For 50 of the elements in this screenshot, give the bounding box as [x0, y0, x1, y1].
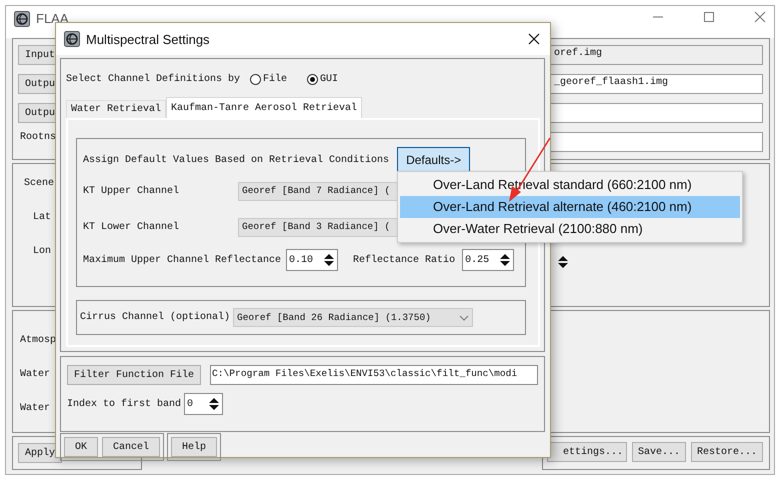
- spin-field[interactable]: 0.25: [462, 249, 514, 271]
- spin-field[interactable]: 0: [184, 393, 224, 415]
- cut-button[interactable]: Restore...: [690, 442, 763, 462]
- filter-function-button[interactable]: Filter Function File: [67, 365, 202, 385]
- text-field[interactable]: oref.img: [549, 45, 763, 65]
- spin-arrows-icon[interactable]: [324, 254, 334, 266]
- tab[interactable]: Water Retrieval: [66, 100, 166, 118]
- maximize-icon[interactable]: [703, 11, 715, 23]
- globe-icon: [14, 11, 30, 27]
- close-icon[interactable]: [528, 33, 540, 45]
- cut-button[interactable]: Save...: [632, 442, 686, 462]
- text-field[interactable]: [549, 132, 763, 152]
- dialog-button[interactable]: OK: [64, 437, 98, 457]
- assign-label: Assign Default Values Based on Retrieval Conditions: [83, 154, 390, 166]
- field-label: Atmosp: [19, 335, 56, 348]
- spin-arrows-icon[interactable]: [500, 254, 510, 266]
- radio-button[interactable]: [250, 74, 262, 84]
- ratio-label: Reflectance Ratio: [353, 254, 456, 266]
- cirrus-label: Cirrus Channel (optional): [80, 312, 230, 323]
- text-field[interactable]: _georef_flaash1.img: [549, 74, 763, 94]
- cirrus-dropdown[interactable]: Georef [Band 26 Radiance] (1.3750): [233, 308, 474, 327]
- window-title: FLAA: [36, 11, 69, 26]
- dialog-button[interactable]: Cancel: [102, 437, 160, 457]
- field-label: Rootns: [19, 132, 56, 145]
- dialog-title: Multispectral Settings: [86, 32, 210, 46]
- radio-label[interactable]: GUI: [320, 74, 338, 84]
- channel-label: KT Upper Channel: [83, 186, 180, 196]
- field-label: Lon: [32, 246, 52, 259]
- field-label: Water: [19, 369, 50, 382]
- max-reflectance-label: Maximum Upper Channel Reflectance: [83, 254, 282, 266]
- dialog-button[interactable]: Help: [171, 437, 218, 457]
- text-field[interactable]: [549, 103, 763, 123]
- radio-label[interactable]: File: [263, 74, 288, 84]
- field-label: Water: [19, 403, 50, 416]
- filter-path-field[interactable]: C:\Program Files\Exelis\ENVI53\classic\filt_func\modi: [210, 365, 538, 385]
- radio-button[interactable]: [307, 74, 318, 84]
- tab[interactable]: Kaufman-Tanre Aerosol Retrieval: [166, 97, 362, 118]
- field-label: Scene: [23, 178, 54, 191]
- spin-field[interactable]: 0.10: [286, 249, 338, 271]
- field-label: Lat: [32, 212, 52, 225]
- index-label: Index to first band: [67, 398, 182, 410]
- chevron-icon: [459, 314, 470, 320]
- menu-item[interactable]: Over-Land Retrieval alternate (460:2100 nm): [400, 196, 740, 218]
- cut-button[interactable]: ettings...: [546, 442, 627, 462]
- globe-icon: [64, 31, 80, 47]
- channel-label: KT Lower Channel: [83, 222, 180, 232]
- spin-arrows-icon[interactable]: [558, 256, 568, 268]
- spin-arrows-icon[interactable]: [209, 398, 220, 410]
- defaults-button[interactable]: Defaults->: [397, 147, 470, 173]
- channel-definitions-label: Select Channel Definitions by: [66, 74, 240, 84]
